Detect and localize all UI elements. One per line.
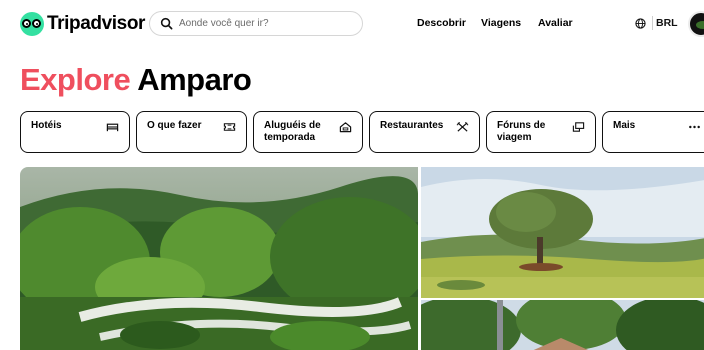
nav-viagens[interactable]: Viagens: [481, 17, 521, 29]
top-header: Tripadvisor Descobrir Viagens Avaliar BR…: [0, 0, 704, 46]
forest-building-photo[interactable]: [421, 300, 704, 350]
category-label: Hotéis: [31, 120, 62, 131]
tree-hilltop-photo[interactable]: [421, 167, 704, 298]
ticket-icon: [223, 123, 236, 131]
category-label: Restaurantes: [380, 120, 444, 131]
tripadvisor-logo[interactable]: Tripadvisor: [20, 12, 145, 36]
garden-photo[interactable]: [20, 167, 418, 350]
currency-selector[interactable]: BRL: [656, 17, 678, 29]
more-dots-icon: [689, 125, 700, 129]
category-things-to-do-button[interactable]: O que fazer: [136, 111, 247, 153]
header-divider: [652, 16, 653, 30]
category-restaurants-button[interactable]: Restaurantes: [369, 111, 480, 153]
search-bar[interactable]: [149, 11, 363, 36]
title-place: Amparo: [137, 62, 252, 97]
search-icon: [160, 17, 173, 30]
nav-avaliar[interactable]: Avaliar: [538, 17, 573, 29]
category-more-button[interactable]: Mais: [602, 111, 704, 153]
chat-bubbles-icon: [572, 122, 585, 132]
title-explore: Explore: [20, 62, 131, 97]
category-travel-forums-button[interactable]: Fóruns de viagem: [486, 111, 596, 153]
category-label: Fóruns de viagem: [497, 120, 546, 143]
page-title: Explore Amparo: [20, 60, 252, 100]
category-label: O que fazer: [147, 120, 202, 131]
bed-icon: [106, 123, 119, 132]
globe-icon[interactable]: [635, 18, 646, 29]
owl-logo-icon: [20, 12, 44, 36]
avatar[interactable]: [688, 11, 704, 37]
category-label: Aluguéis de temporada: [264, 120, 321, 143]
brand-name: Tripadvisor: [47, 13, 146, 34]
category-vacation-rentals-button[interactable]: Aluguéis de temporada: [253, 111, 363, 153]
category-hotels-button[interactable]: Hotéis: [20, 111, 130, 153]
category-label: Mais: [613, 120, 636, 131]
nav-descobrir[interactable]: Descobrir: [417, 17, 466, 29]
search-input[interactable]: [179, 18, 359, 29]
house-icon: [339, 122, 352, 133]
fork-knife-icon: [456, 122, 469, 132]
